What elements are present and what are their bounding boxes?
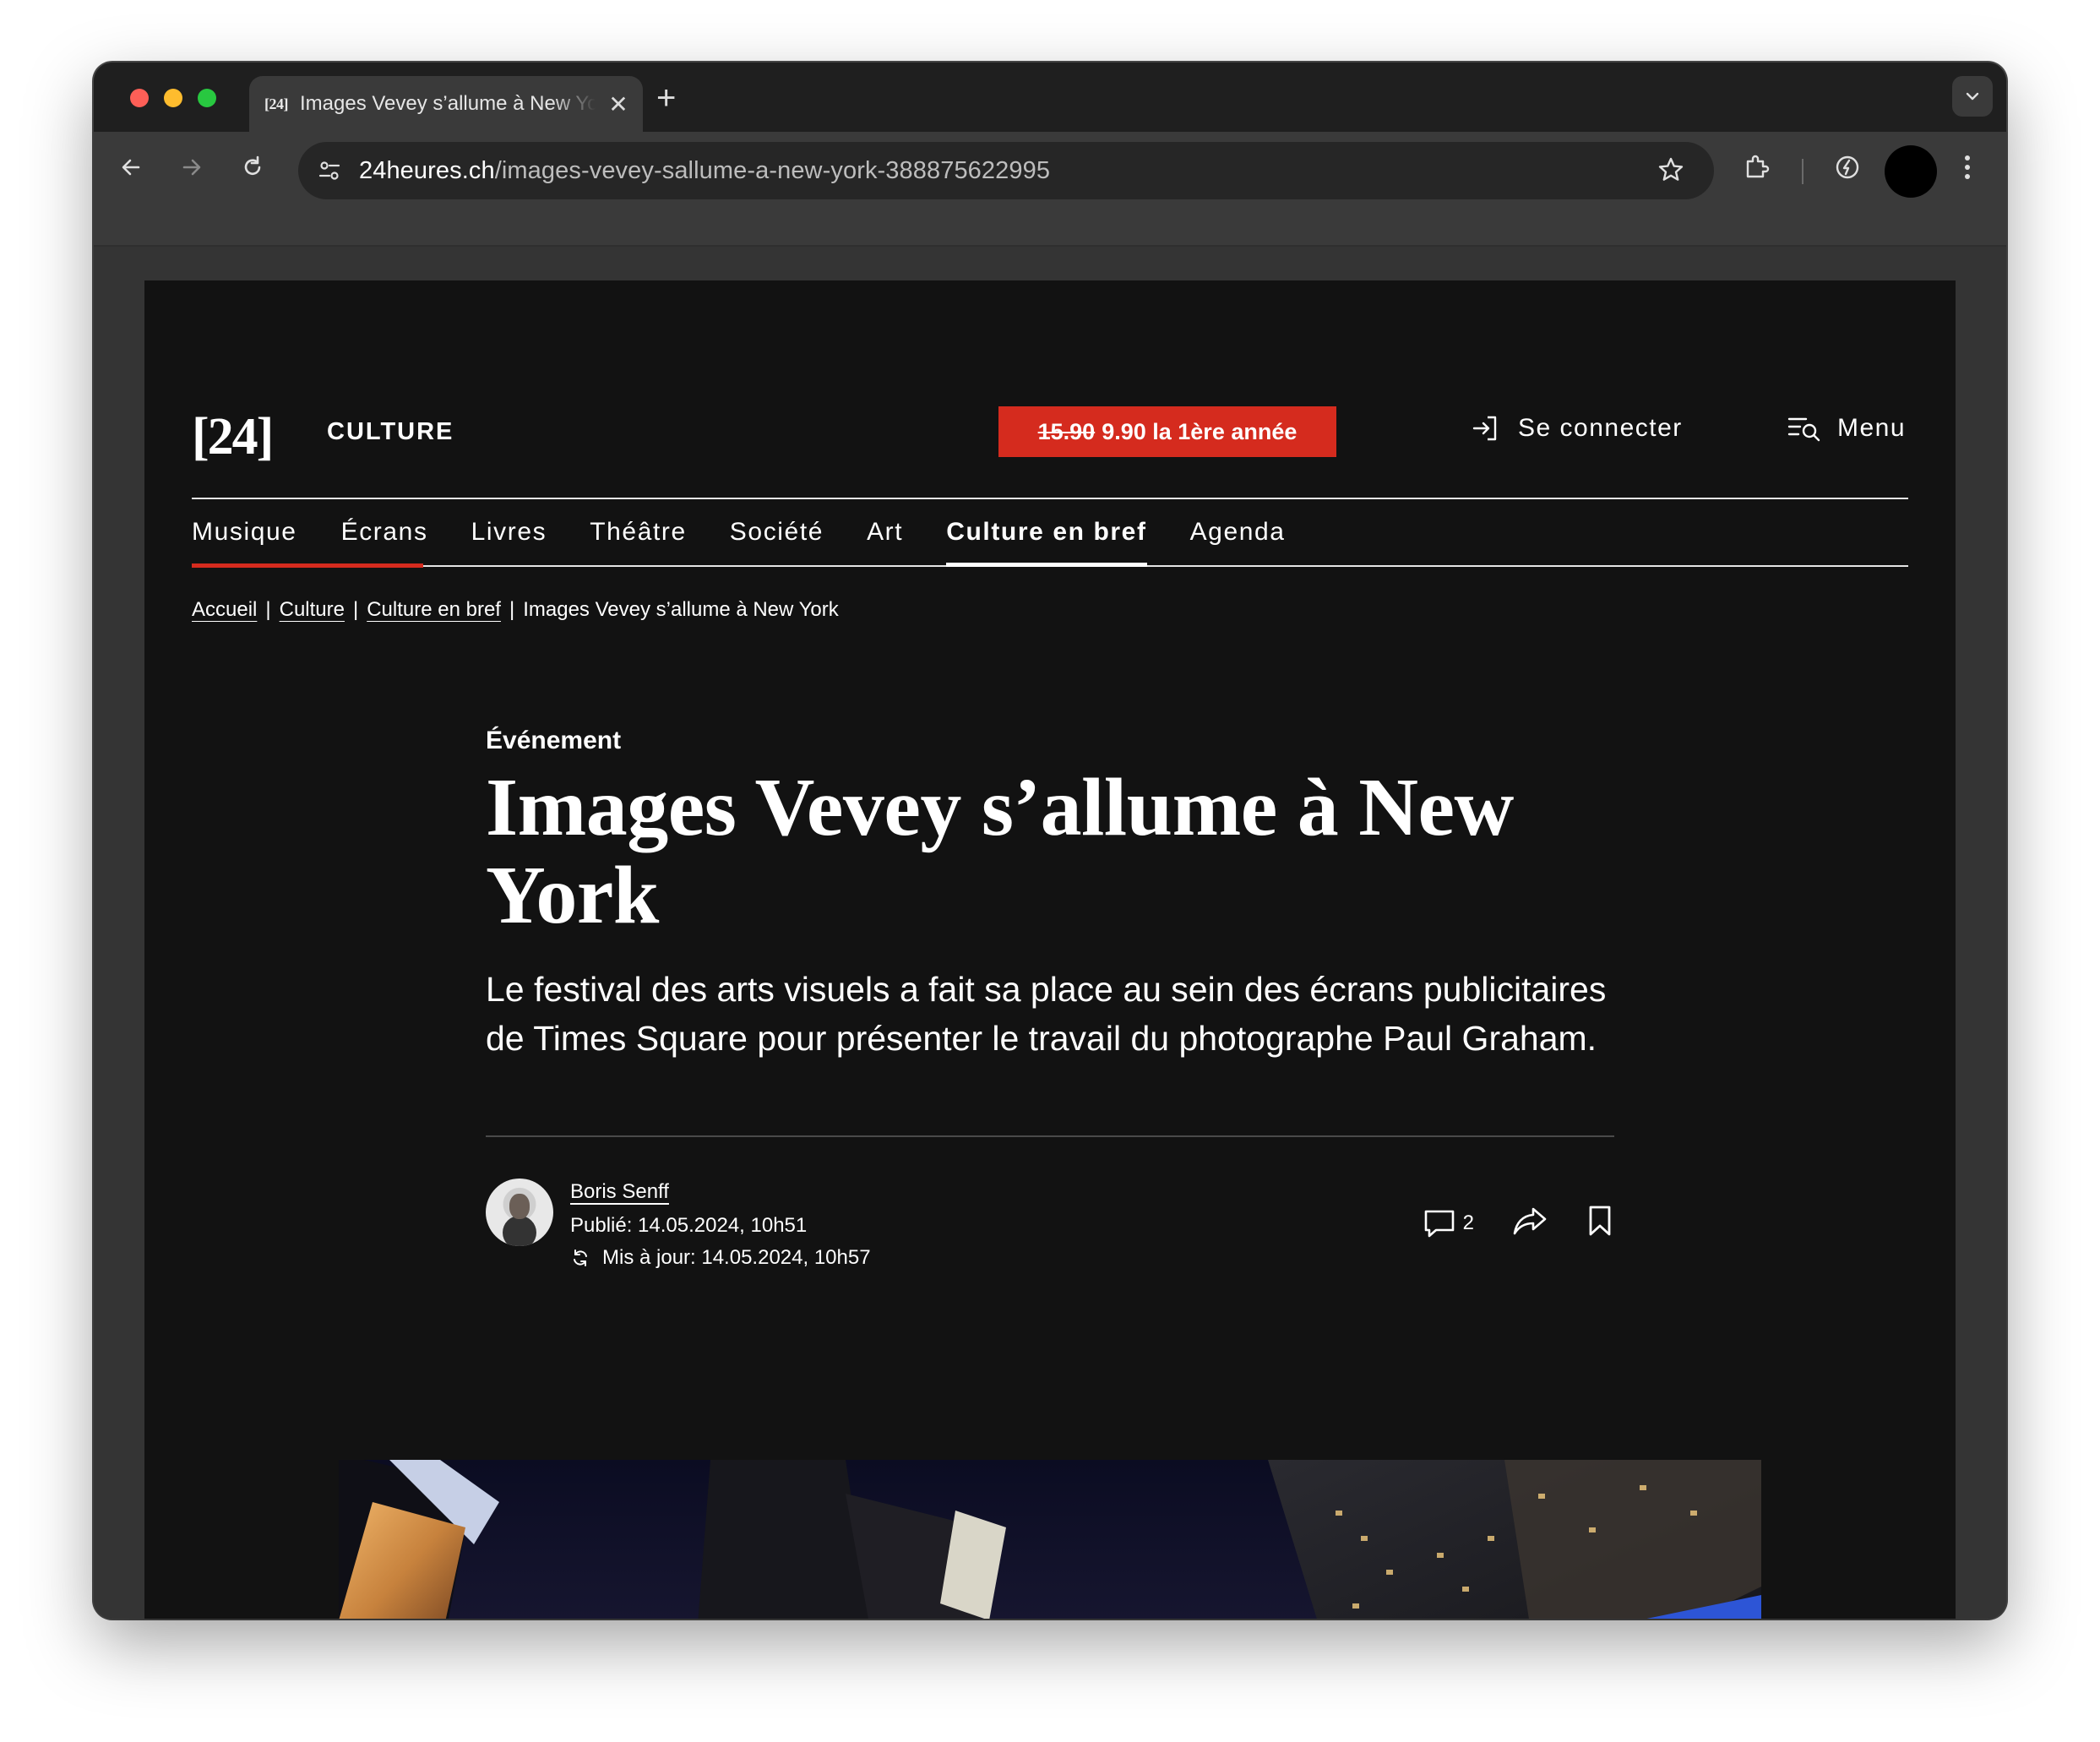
- breadcrumb-culture-en-bref[interactable]: Culture en bref: [367, 598, 501, 622]
- new-tab-button[interactable]: +: [656, 79, 676, 117]
- nav-item-societe[interactable]: Société: [730, 499, 824, 565]
- nav-item-livres[interactable]: Livres: [471, 499, 547, 565]
- tab-title: Images Vevey s’allume à New York: [300, 92, 596, 115]
- maximize-window-button[interactable]: [198, 89, 216, 107]
- times-square-photo: [339, 1460, 1761, 1619]
- chevron-down-icon: [1966, 92, 1979, 101]
- url-text[interactable]: 24heures.ch/images-vevey-sallume-a-new-y…: [359, 157, 1050, 185]
- speedometer-leaf-icon: [1836, 155, 1859, 179]
- breadcrumb-separator: |: [352, 598, 359, 621]
- forward-button[interactable]: [173, 149, 210, 186]
- url-path: /images-vevey-sallume-a-new-york-3888756…: [494, 156, 1051, 184]
- comment-count: 2: [1462, 1211, 1474, 1234]
- nav-item-musique[interactable]: Musique: [192, 499, 297, 565]
- author-name-link[interactable]: Boris Senff: [570, 1180, 669, 1204]
- reading-progress-bar: [192, 563, 423, 568]
- arrow-left-icon: [122, 159, 140, 176]
- page-viewport: [24] CULTURE 15.90 9.90 la 1ère année Se…: [94, 247, 2006, 1619]
- tab-strip: [24] Images Vevey s’allume à New York ✕ …: [94, 63, 2006, 132]
- close-window-button[interactable]: [130, 89, 149, 107]
- site-settings-icon[interactable]: [317, 158, 342, 183]
- comment-icon: [1424, 1210, 1454, 1237]
- browser-tab[interactable]: [24] Images Vevey s’allume à New York ✕: [249, 76, 643, 132]
- promo-new-price: 9.90 la 1ère année: [1102, 418, 1298, 444]
- article-kicker: Événement: [486, 727, 622, 754]
- browser-window: [24] Images Vevey s’allume à New York ✕ …: [94, 63, 2006, 1619]
- breadcrumb: Accueil | Culture | Culture en bref | Im…: [192, 598, 839, 622]
- nav-item-agenda[interactable]: Agenda: [1190, 499, 1286, 565]
- arrow-right-icon: [182, 159, 201, 176]
- nav-item-theatre[interactable]: Théâtre: [590, 499, 687, 565]
- article-headline: Images Vevey s’allume à New York: [486, 762, 1514, 941]
- login-button[interactable]: Se connecter: [1471, 414, 1683, 443]
- minimize-window-button[interactable]: [164, 89, 182, 107]
- author-block: Boris Senff Publié: 14.05.2024, 10h51 Mi…: [486, 1179, 1614, 1280]
- share-icon: [1513, 1207, 1547, 1235]
- url-host: 24heures.ch: [359, 156, 495, 184]
- author-avatar[interactable]: [486, 1179, 553, 1246]
- breadcrumb-current: Images Vevey s’allume à New York: [523, 598, 839, 621]
- bookmark-button[interactable]: [1586, 1204, 1614, 1242]
- breadcrumb-separator: |: [265, 598, 271, 621]
- back-button[interactable]: [112, 149, 150, 186]
- article-hero-image[interactable]: [339, 1460, 1761, 1619]
- menu-button[interactable]: Menu: [1787, 414, 1906, 443]
- puzzle-icon: [1746, 155, 1770, 178]
- performance-button[interactable]: [1829, 149, 1866, 186]
- toolbar-divider: [1802, 159, 1803, 184]
- menu-search-icon: [1787, 417, 1820, 442]
- article-actions: 2: [1423, 1204, 1614, 1242]
- profile-avatar[interactable]: [1885, 145, 1937, 198]
- section-title[interactable]: CULTURE: [327, 418, 454, 446]
- tab-search-button[interactable]: [1952, 76, 1993, 117]
- section-nav: Musique Écrans Livres Théâtre Société Art Cult…: [192, 498, 1908, 568]
- breadcrumb-separator: |: [509, 598, 515, 621]
- nav-item-art[interactable]: Art: [867, 499, 903, 565]
- subscription-promo-button[interactable]: 15.90 9.90 la 1ère année: [998, 406, 1336, 457]
- updated-date-text: Mis à jour: 14.05.2024, 10h57: [602, 1246, 871, 1269]
- login-label: Se connecter: [1518, 414, 1683, 442]
- tab-close-icon[interactable]: ✕: [607, 90, 629, 118]
- reload-button[interactable]: [234, 149, 271, 186]
- divider: [486, 1135, 1614, 1137]
- more-vertical-icon: [1965, 155, 1970, 179]
- breadcrumb-accueil[interactable]: Accueil: [192, 598, 257, 622]
- share-button[interactable]: [1511, 1204, 1548, 1242]
- browser-toolbar: 24heures.ch/images-vevey-sallume-a-new-y…: [94, 132, 2006, 203]
- browser-menu-button[interactable]: [1949, 149, 1986, 186]
- login-icon: [1472, 416, 1497, 441]
- article-lead: Le festival des arts visuels a fait sa p…: [486, 970, 1607, 1058]
- extensions-button[interactable]: [1738, 149, 1775, 186]
- web-page: [24] CULTURE 15.90 9.90 la 1ère année Se…: [144, 280, 1956, 1619]
- star-icon: [1658, 157, 1684, 181]
- tab-favicon-icon: [24]: [264, 95, 289, 112]
- nav-item-ecrans[interactable]: Écrans: [341, 499, 428, 565]
- reload-icon: [244, 155, 261, 175]
- site-logo[interactable]: [24]: [192, 407, 274, 467]
- address-bar[interactable]: 24heures.ch/images-vevey-sallume-a-new-y…: [298, 142, 1714, 199]
- breadcrumb-culture[interactable]: Culture: [280, 598, 345, 622]
- comments-button[interactable]: 2: [1423, 1206, 1474, 1240]
- nav-item-culture-en-bref[interactable]: Culture en bref: [946, 499, 1147, 567]
- bookmarks-bar: [94, 203, 2006, 247]
- menu-label: Menu: [1837, 414, 1907, 442]
- promo-old-price: 15.90: [1037, 418, 1096, 444]
- updated-date: Mis à jour: 14.05.2024, 10h57: [570, 1246, 871, 1270]
- bookmark-star-button[interactable]: [1657, 155, 1685, 188]
- published-date: Publié: 14.05.2024, 10h51: [570, 1214, 808, 1237]
- bookmark-icon: [1589, 1206, 1611, 1236]
- refresh-icon: [574, 1249, 587, 1266]
